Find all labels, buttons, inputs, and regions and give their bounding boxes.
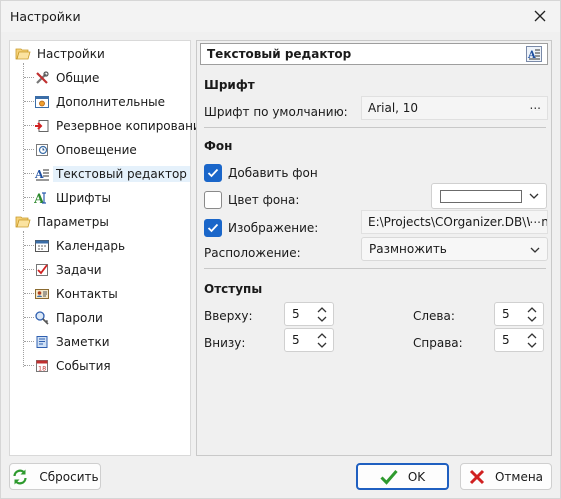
- image-label: Изображение:: [228, 221, 319, 235]
- panel-title: Текстовый редактор: [207, 47, 352, 61]
- tree-item-fonts[interactable]: A Шрифты: [34, 188, 111, 208]
- title-bar: Настройки: [0, 0, 561, 32]
- browse-image-button[interactable]: ...: [529, 212, 541, 226]
- tree-root-parameters[interactable]: Параметры: [15, 212, 109, 232]
- fonts-icon: A: [34, 192, 46, 206]
- window-title: Настройки: [10, 9, 81, 24]
- tree-item-general[interactable]: Общие: [34, 68, 99, 88]
- margins-section-title: Отступы: [204, 282, 263, 296]
- tree-item-calendar[interactable]: Календарь: [34, 236, 125, 256]
- chevron-up-icon[interactable]: [317, 306, 327, 313]
- tree-item-notes[interactable]: Заметки: [34, 332, 110, 352]
- margin-right-label: Справа:: [413, 336, 463, 350]
- tree-item-contacts[interactable]: Контакты: [34, 284, 118, 304]
- text-editor-icon: A: [526, 46, 542, 62]
- calendar-icon: [35, 240, 49, 252]
- ok-button[interactable]: OK: [356, 463, 449, 490]
- chevron-down-icon[interactable]: [317, 316, 327, 323]
- tasks-icon: [36, 264, 48, 276]
- color-swatch: [440, 190, 522, 203]
- background-section-title: Фон: [204, 139, 233, 153]
- background-color-checkbox[interactable]: [204, 191, 222, 209]
- margin-bottom-label: Внизу:: [204, 336, 246, 350]
- chevron-down-icon[interactable]: [527, 316, 537, 323]
- position-label: Расположение:: [204, 246, 301, 260]
- refresh-icon: [11, 468, 29, 486]
- default-font-field[interactable]: Arial, 10 ...: [361, 96, 548, 120]
- image-path-field[interactable]: E:\Projects\COrganizer.DB\Win3 ...: [361, 210, 548, 234]
- chevron-down-icon[interactable]: [527, 342, 537, 349]
- chevron-up-icon[interactable]: [527, 332, 537, 339]
- close-icon: [469, 469, 485, 485]
- tree-root-settings[interactable]: Настройки: [15, 44, 105, 64]
- position-select[interactable]: Размножить: [361, 237, 548, 261]
- checkmark-icon: [380, 469, 398, 485]
- margin-top-label: Вверху:: [204, 309, 253, 323]
- panel-header: Текстовый редактор A: [200, 43, 548, 65]
- notification-icon: [36, 144, 48, 156]
- background-color-label: Цвет фона:: [228, 193, 300, 207]
- cancel-button[interactable]: Отмена: [460, 463, 552, 490]
- margin-right-spinner[interactable]: 5: [494, 328, 544, 352]
- background-color-picker[interactable]: [431, 183, 547, 209]
- events-icon: 18: [36, 360, 48, 373]
- margin-bottom-spinner[interactable]: 5: [284, 328, 334, 352]
- contacts-icon: [35, 289, 49, 299]
- tools-icon: [36, 71, 49, 84]
- tree-item-passwords[interactable]: Пароли: [34, 308, 103, 328]
- chevron-down-icon: [529, 193, 539, 199]
- tree-item-tasks[interactable]: Задачи: [34, 260, 102, 280]
- backup-icon: [35, 120, 49, 132]
- svg-text:18: 18: [38, 365, 46, 373]
- tree-item-events[interactable]: 18 События: [34, 356, 111, 376]
- default-font-label: Шрифт по умолчанию:: [204, 105, 348, 119]
- notes-icon: [36, 336, 48, 348]
- browse-font-button[interactable]: ...: [530, 98, 541, 112]
- text-editor-panel: Текстовый редактор A Шрифт Шрифт по умол…: [196, 40, 552, 456]
- separator: [204, 268, 546, 269]
- tree-item-text-editor[interactable]: A Текстовый редактор: [34, 164, 190, 184]
- add-background-label: Добавить фон: [228, 166, 318, 180]
- settings-window-icon: [35, 96, 49, 108]
- chevron-up-icon[interactable]: [527, 306, 537, 313]
- font-section-title: Шрифт: [204, 78, 255, 92]
- margin-top-spinner[interactable]: 5: [284, 302, 334, 326]
- tree-item-backup[interactable]: Резервное копирование: [34, 116, 208, 136]
- chevron-down-icon[interactable]: [317, 342, 327, 349]
- separator: [204, 127, 546, 128]
- reset-button[interactable]: Сбросить: [9, 463, 101, 490]
- settings-tree[interactable]: Настройки Общие Дополнительные Резервное…: [9, 40, 208, 456]
- tree-item-advanced[interactable]: Дополнительные: [34, 92, 165, 112]
- text-editor-icon: A: [34, 168, 49, 181]
- password-key-icon: [35, 311, 49, 325]
- folder-open-icon: [15, 48, 31, 60]
- image-checkbox[interactable]: [204, 219, 222, 237]
- chevron-up-icon[interactable]: [317, 332, 327, 339]
- chevron-down-icon: [530, 247, 540, 253]
- margin-left-label: Слева:: [413, 309, 455, 323]
- tree-item-notification[interactable]: Оповещение: [34, 140, 137, 160]
- margin-left-spinner[interactable]: 5: [494, 302, 544, 326]
- folder-open-icon: [15, 216, 31, 228]
- svg-text:A: A: [34, 168, 44, 181]
- svg-text:A: A: [34, 192, 45, 206]
- close-icon[interactable]: [532, 8, 548, 24]
- add-background-checkbox[interactable]: [204, 164, 222, 182]
